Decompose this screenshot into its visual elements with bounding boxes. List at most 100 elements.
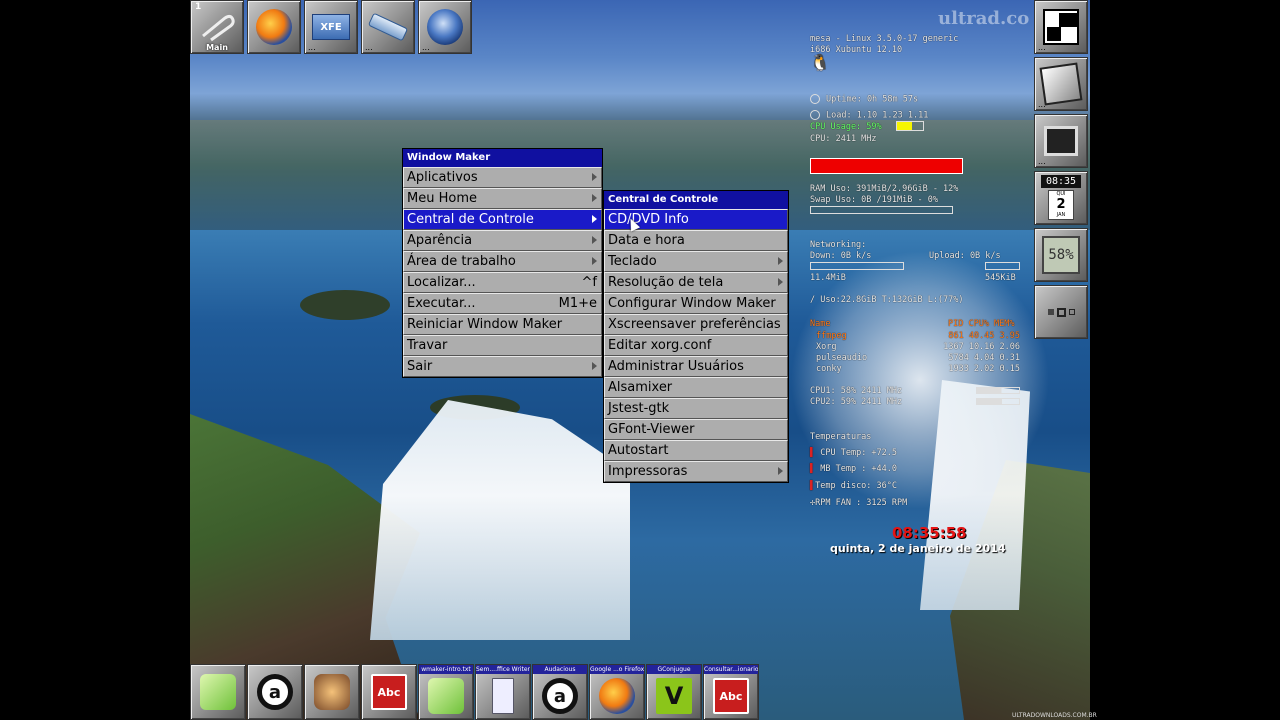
root-menu-item[interactable]: Localizar... ^f — [403, 272, 602, 293]
sub-menu-item[interactable]: Configurar Window Maker — [604, 293, 788, 314]
dock-appicon[interactable] — [190, 664, 246, 720]
menu-item-label: Jstest-gtk — [608, 401, 670, 416]
dock-clock-time: 08:35 — [1041, 175, 1081, 188]
menu-item-label: Resolução de tela — [608, 275, 724, 290]
root-menu-item[interactable]: Travar — [403, 335, 602, 356]
miniwindow[interactable]: GConjugue V — [646, 664, 702, 720]
menu-item-label: Área de trabalho — [407, 254, 516, 269]
cpu2-bar — [976, 398, 1020, 405]
root-menu-item[interactable]: Executar... M1+e — [403, 293, 602, 314]
dock-xfe[interactable]: XFE ... — [304, 0, 358, 54]
process-name: Xorg — [816, 342, 837, 352]
conky-up: Upload: 0B k/s — [929, 251, 1001, 261]
root-menu-item[interactable]: Sair — [403, 356, 602, 377]
conky-disk-temp: Temp disco: 36°C — [815, 481, 898, 491]
menu-item-label: CD/DVD Info — [608, 212, 689, 227]
proc-header-name: Name — [810, 319, 831, 329]
conky-down: Down: 0B k/s — [810, 251, 872, 261]
window-maker-logo-icon — [1043, 9, 1079, 45]
sub-menu-item[interactable]: GFont-Viewer — [604, 419, 788, 440]
dock-appicon[interactable]: a — [247, 664, 303, 720]
dock-usb[interactable]: ... — [361, 0, 415, 54]
sub-menu-item[interactable]: Impressoras — [604, 461, 788, 482]
dock-wprefs[interactable]: ... — [1034, 57, 1088, 111]
sub-menu-item[interactable]: Administrar Usuários — [604, 356, 788, 377]
conky-disk: / Uso:22.8GiB T:132GiB L:(77%) — [810, 295, 964, 305]
menu-item-label: Impressoras — [608, 464, 688, 479]
conky-uptime: Uptime: 0h 58m 57s — [826, 94, 919, 105]
pager-icon — [1047, 307, 1075, 317]
dock-desktop-pager[interactable] — [1034, 285, 1088, 339]
menu-item-label: Teclado — [608, 254, 657, 269]
root-menu-item[interactable]: Aparência — [403, 230, 602, 251]
sub-menu-item[interactable]: Alsamixer — [604, 377, 788, 398]
workspace-clip[interactable]: 1 Main — [190, 0, 244, 54]
root-menu-item[interactable]: Área de trabalho — [403, 251, 602, 272]
root-menu-title[interactable]: Window Maker — [403, 149, 602, 167]
cpu-temp-row: ▌ CPU Temp: +72.5 — [810, 448, 897, 458]
sub-menu-item[interactable]: Xscreensaver preferências — [604, 314, 788, 335]
submenu-arrow-icon — [778, 467, 783, 475]
menu-item-label: Data e hora — [608, 233, 685, 248]
root-menu-item[interactable]: Aplicativos — [403, 167, 602, 188]
thunderbird-icon — [427, 9, 463, 45]
dock-appicon-wmaker[interactable]: ... — [1034, 0, 1088, 54]
dock-thunderbird[interactable]: ... — [418, 0, 472, 54]
miniwindow[interactable]: Consultar...ionario Abc — [703, 664, 759, 720]
miniwindow-caption: Sem....ffice Writer — [476, 665, 530, 674]
process-values: 1933 2.02 0.15 — [948, 364, 1020, 374]
process-values: 861 40.45 3.95 — [948, 331, 1020, 341]
submenu-title[interactable]: Central de Controle — [604, 191, 788, 209]
calendar-day: 2 — [1056, 197, 1066, 212]
cpu-usage-bar — [896, 121, 924, 131]
dock-appicon[interactable] — [304, 664, 360, 720]
sub-menu-item[interactable]: Data e hora — [604, 230, 788, 251]
clock-calendar-icon: 08:35 QUI 2 JAN — [1041, 175, 1081, 221]
watermark: ultrad.co — [938, 8, 1030, 29]
preferences-tools-icon — [1039, 62, 1083, 106]
sub-menu-item[interactable]: Resolução de tela — [604, 272, 788, 293]
menu-item-label: Xscreensaver preferências — [608, 317, 781, 332]
conky-cpu2: CPU2: 59% 2411 MHz — [810, 397, 903, 407]
menu-item-label: GFont-Viewer — [608, 422, 695, 437]
dock-cpu-meter[interactable]: 58% — [1034, 228, 1088, 282]
submenu-arrow-icon — [592, 236, 597, 244]
tux-icon: 🐧 — [810, 53, 830, 72]
root-menu-item[interactable]: Meu Home — [403, 188, 602, 209]
sub-menu-item[interactable]: Teclado — [604, 251, 788, 272]
miniwindow-caption: wmaker-intro.txt — [419, 665, 473, 674]
miniwindow[interactable]: wmaker-intro.txt — [418, 664, 474, 720]
menu-item-label: Configurar Window Maker — [608, 296, 776, 311]
footer-watermark: ULTRADOWNLOADS.COM.BR — [1012, 712, 1097, 719]
miniwindow[interactable]: Google ...o Firefox — [589, 664, 645, 720]
dock-dots: ... — [1038, 100, 1046, 109]
cpu-graph — [810, 158, 963, 174]
disk-temp-row: ▌Temp disco: 36°C — [810, 481, 897, 491]
dock-terminal[interactable]: ... — [1034, 114, 1088, 168]
workspace-name: Main — [206, 43, 228, 52]
proc-header-cols: PID CPU% MEM% — [948, 319, 1015, 329]
process-name: conky — [816, 364, 842, 374]
firefox-icon — [256, 9, 292, 45]
menu-item-label: Sair — [407, 359, 433, 374]
miniwindow[interactable]: Audacious a — [532, 664, 588, 720]
sub-menu-item[interactable]: Autostart — [604, 440, 788, 461]
root-menu-item[interactable]: Reiniciar Window Maker — [403, 314, 602, 335]
dock-firefox[interactable] — [247, 0, 301, 54]
conky-cpu-usage: CPU Usage: 59% — [810, 122, 882, 132]
conky-net-header: Networking: — [810, 240, 867, 250]
conky-clock: 08:35:58 — [892, 524, 967, 542]
dock-clock[interactable]: 08:35 QUI 2 JAN — [1034, 171, 1088, 225]
dock-appicon[interactable]: Abc — [361, 664, 417, 720]
menu-item-label: Travar — [407, 338, 448, 353]
submenu-arrow-icon — [592, 173, 597, 181]
conky-cpu1: CPU1: 58% 2411 MHz — [810, 386, 903, 396]
conky-fan: RPM FAN : 3125 RPM — [815, 498, 908, 508]
miniwindow[interactable]: Sem....ffice Writer — [475, 664, 531, 720]
conky-date: quinta, 2 de janeiro de 2014 — [830, 542, 1006, 555]
sub-menu-item[interactable]: Jstest-gtk — [604, 398, 788, 419]
root-menu-item[interactable]: Central de Controle — [403, 209, 602, 230]
sub-menu-item[interactable]: Editar xorg.conf — [604, 335, 788, 356]
conky-load: Load: 1.10 1.23 1.11 — [826, 110, 929, 121]
conky-cpu-temp: CPU Temp: +72.5 — [820, 448, 898, 458]
